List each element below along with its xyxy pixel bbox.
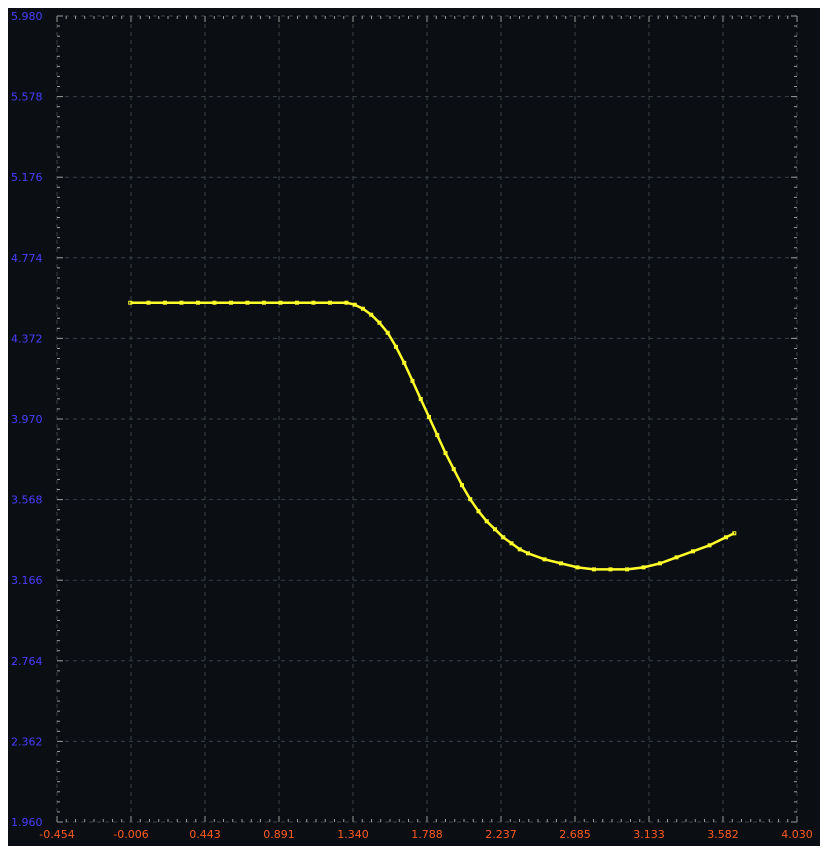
y-tick-label: 3.568 [11,494,43,507]
x-tick-label: 0.891 [263,828,295,841]
x-tick-label: 4.030 [781,828,813,841]
y-tick-label: 3.970 [11,413,43,426]
x-tick-label: 3.133 [633,828,665,841]
chart-container: -0.454 -0.006 0.443 0.891 1.340 1.788 2.237 2.6… [0,0,828,856]
y-tick-label: 4.372 [11,332,43,345]
y-tick-label: 4.774 [11,252,43,265]
y-tick-label: 5.980 [11,10,43,23]
x-tick-label: 1.788 [411,828,443,841]
x-tick-label: -0.006 [113,828,148,841]
x-tick-label: 0.443 [189,828,221,841]
y-tick-label: 1.960 [11,816,43,829]
y-tick-label: 2.764 [11,655,43,668]
chart-svg: -0.454 -0.006 0.443 0.891 1.340 1.788 2.237 2.6… [8,8,820,846]
x-tick-label: 2.237 [485,828,517,841]
y-tick-label: 2.362 [11,735,43,748]
x-tick-label: -0.454 [39,828,74,841]
plot-background [8,8,820,846]
x-tick-label: 2.685 [559,828,591,841]
x-tick-label: 3.582 [707,828,739,841]
x-tick-label: 1.340 [337,828,369,841]
y-tick-label: 5.176 [11,171,43,184]
y-tick-label: 3.166 [11,574,43,587]
y-tick-label: 5.578 [11,91,43,104]
